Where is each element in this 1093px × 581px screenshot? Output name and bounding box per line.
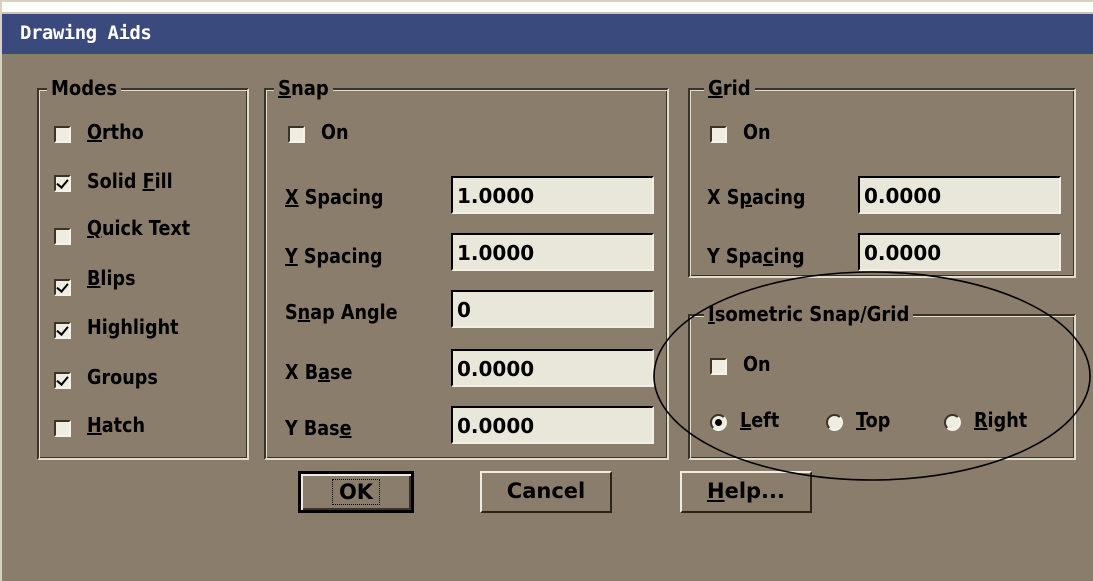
cancel-button-label: Cancel	[506, 479, 586, 503]
isometric-group: Isometric Snap/Grid	[688, 302, 1076, 460]
snap-angle-label: Snap Angle	[285, 300, 398, 324]
snap-on-checkbox[interactable]	[288, 126, 305, 143]
grid-y-spacing-label: Y Spacing	[707, 244, 805, 268]
grid-on-label: On	[743, 120, 771, 144]
drawing-aids-dialog: Drawing Aids Modes Ortho Solid Fill Quic…	[0, 0, 1093, 581]
ok-button-label: OK	[331, 479, 381, 505]
isometric-on-label: On	[743, 352, 771, 376]
cancel-button[interactable]: Cancel	[480, 471, 612, 513]
isometric-on-checkbox[interactable]	[710, 358, 727, 375]
grid-x-spacing-input[interactable]: 0.0000	[858, 176, 1061, 214]
hatch-label: Hatch	[87, 413, 145, 437]
blips-checkbox[interactable]	[54, 279, 71, 296]
quick-text-label: Quick Text	[87, 216, 191, 240]
grid-x-spacing-label: X Spacing	[707, 185, 806, 209]
highlight-checkbox[interactable]	[54, 322, 71, 339]
hatch-checkbox[interactable]	[54, 420, 71, 437]
groups-label: Groups	[87, 365, 158, 389]
top-margin	[2, 2, 1093, 12]
highlight-label: Highlight	[87, 315, 179, 339]
snap-angle-input[interactable]: 0	[451, 290, 654, 328]
isometric-top-radio[interactable]	[826, 414, 843, 431]
snap-y-base-label: Y Base	[285, 416, 352, 440]
ortho-checkbox[interactable]	[54, 126, 71, 143]
title-bar[interactable]: Drawing Aids	[2, 12, 1093, 54]
grid-legend: Grid	[704, 76, 755, 100]
snap-y-spacing-input[interactable]: 1.0000	[451, 233, 654, 271]
snap-x-base-input[interactable]: 0.0000	[451, 349, 654, 387]
snap-y-spacing-label: Y Spacing	[285, 244, 383, 268]
help-button[interactable]: Help...	[680, 471, 812, 513]
grid-on-checkbox[interactable]	[710, 126, 727, 143]
isometric-legend: Isometric Snap/Grid	[704, 302, 914, 326]
solid-fill-label: Solid Fill	[87, 169, 173, 193]
blips-label: Blips	[87, 266, 136, 290]
ok-button[interactable]: OK	[298, 471, 414, 513]
snap-legend: Snap	[274, 76, 333, 100]
help-button-label: Help...	[707, 479, 785, 503]
snap-y-base-input[interactable]: 0.0000	[451, 406, 654, 444]
isometric-top-label: Top	[856, 408, 891, 432]
isometric-right-label: Right	[974, 408, 1028, 432]
ortho-label: Ortho	[87, 120, 144, 144]
grid-y-spacing-input[interactable]: 0.0000	[858, 233, 1061, 271]
isometric-right-radio[interactable]	[944, 414, 961, 431]
isometric-left-radio[interactable]	[710, 414, 727, 431]
isometric-left-label: Left	[740, 408, 780, 432]
snap-on-label: On	[321, 120, 349, 144]
snap-x-spacing-label: X Spacing	[285, 185, 384, 209]
dialog-title: Drawing Aids	[20, 22, 152, 44]
groups-checkbox[interactable]	[54, 372, 71, 389]
modes-legend: Modes	[47, 76, 122, 100]
snap-x-base-label: X Base	[285, 360, 353, 384]
solid-fill-checkbox[interactable]	[54, 175, 71, 192]
snap-x-spacing-input[interactable]: 1.0000	[451, 176, 654, 214]
quick-text-checkbox[interactable]	[54, 228, 71, 245]
